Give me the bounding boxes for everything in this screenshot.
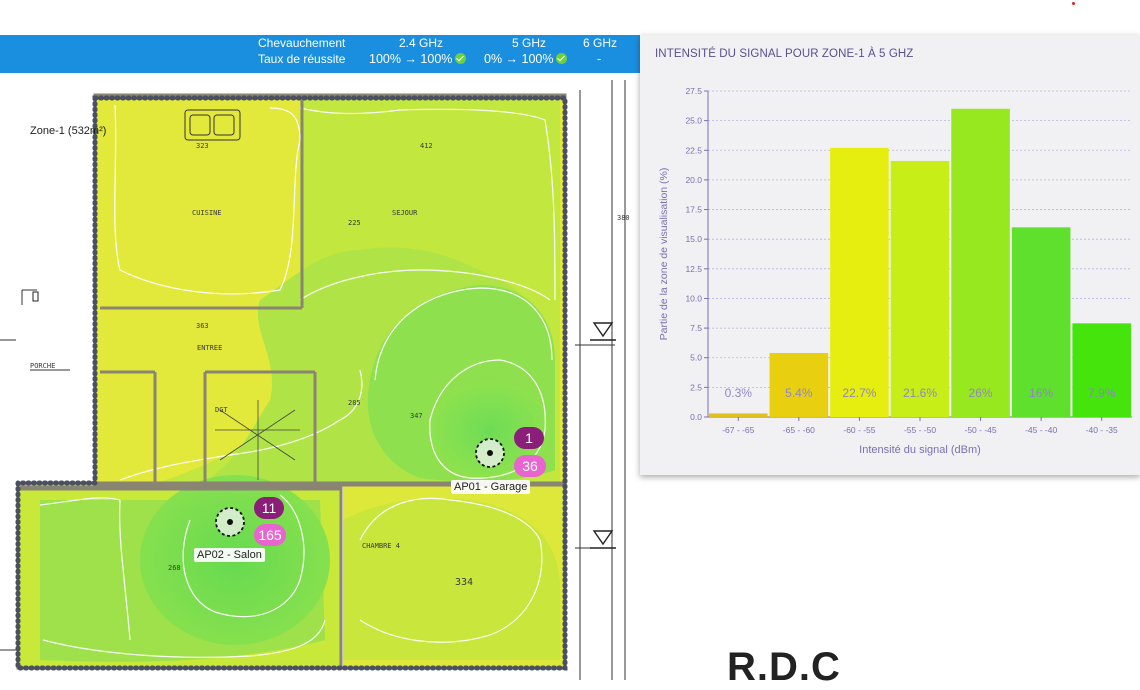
dimension-label: 225 — [348, 219, 361, 227]
dimension-label: 380 — [617, 214, 630, 222]
y-tick-label: 10.0 — [685, 293, 702, 303]
room-label: DGT — [215, 406, 228, 414]
histogram-bar[interactable] — [890, 160, 950, 417]
bar-value-label: 5.4% — [785, 386, 813, 400]
y-tick-label: 20.0 — [685, 175, 702, 185]
y-tick-label: 7.5 — [690, 323, 702, 333]
histogram-bar[interactable] — [1072, 323, 1131, 417]
dimension-label: 347 — [410, 412, 423, 420]
x-tick-label: -50 - -45 — [965, 425, 997, 435]
app-stage: CUISINE SEJOUR ENTREE PORCHE CHAMBRE 4 D… — [0, 0, 1140, 689]
overlap-label: Chevauchement — [258, 36, 346, 50]
ap02-count-bottom[interactable]: 165 — [254, 524, 286, 546]
y-tick-label: 22.5 — [685, 145, 702, 155]
histogram-bar[interactable] — [769, 352, 829, 417]
success-rate-5ghz: 0% → 100% — [484, 52, 568, 66]
signal-histogram[interactable]: 0.0 2.5 5.0 7.5 10.0 12.5 15.0 17.5 20.0 22.5 25.0… — [640, 35, 1140, 475]
y-tick-label: 17.5 — [685, 205, 702, 215]
histogram-bar[interactable] — [951, 108, 1010, 418]
room-label: CHAMBRE 4 — [362, 542, 400, 550]
dimension-label: 268 — [168, 564, 181, 572]
x-tick-label: -45 - -40 — [1025, 425, 1057, 435]
room-label: CUISINE — [192, 209, 222, 217]
room-label: ENTREE — [197, 344, 222, 352]
ap01-label[interactable]: AP01 - Garage — [451, 480, 531, 494]
floorplan-canvas[interactable]: CUISINE SEJOUR ENTREE PORCHE CHAMBRE 4 D… — [0, 0, 640, 688]
bar-value-label: 22.7% — [842, 386, 876, 400]
y-tick-label: 15.0 — [685, 234, 702, 244]
signal-chart-panel: INTENSITÉ DU SIGNAL POUR ZONE-1 À 5 GHZ … — [640, 35, 1140, 475]
dimension-label: 323 — [196, 142, 209, 150]
band-header-5ghz: 5 GHz — [511, 36, 546, 50]
y-tick-label: 12.5 — [685, 264, 702, 274]
ap01-count-top[interactable]: 1 — [514, 427, 544, 449]
x-axis-title: Intensité du signal (dBm) — [859, 444, 981, 456]
dimension-label: 412 — [420, 142, 433, 150]
ap02-count-top[interactable]: 11 — [254, 497, 284, 519]
bar-value-label: 26% — [969, 386, 993, 400]
histogram-bar[interactable] — [709, 413, 768, 417]
bar-value-label: 7.9% — [1088, 386, 1116, 400]
histogram-bar[interactable] — [830, 147, 889, 417]
success-rate-6ghz: - — [597, 52, 602, 66]
room-label: SEJOUR — [392, 209, 418, 217]
success-rate-5ghz-text: 0% → 100% — [484, 52, 554, 66]
bar-value-label: 16% — [1029, 386, 1053, 400]
floor-title: R.D.C — [727, 645, 841, 689]
y-tick-label: 0.0 — [690, 412, 702, 422]
y-tick-label: 25.0 — [685, 116, 702, 126]
ap02-label[interactable]: AP02 - Salon — [194, 548, 265, 562]
band-header-24ghz: 2.4 GHz — [398, 36, 443, 50]
band-header-6ghz: 6 GHz — [582, 36, 617, 50]
ap01-count-bottom[interactable]: 36 — [514, 455, 546, 477]
zone-label: Zone-1 (532m²) — [30, 125, 107, 137]
porch-marker — [32, 291, 39, 302]
heatmap-right-lower — [343, 498, 560, 660]
dimension-label: 334 — [455, 577, 473, 588]
room-label: PORCHE — [30, 362, 55, 370]
x-tick-label: -40 - -35 — [1086, 425, 1118, 435]
ap02-marker[interactable] — [215, 507, 245, 537]
ap01-marker[interactable] — [475, 438, 505, 468]
y-tick-label: 27.5 — [685, 86, 702, 96]
band-status-bar: Chevauchement Taux de réussite 2.4 GHz 5… — [0, 35, 640, 73]
y-tick-label: 5.0 — [690, 353, 702, 363]
x-tick-label: -65 - -60 — [783, 425, 815, 435]
bar-value-label: 21.6% — [903, 386, 937, 400]
check-icon — [455, 53, 467, 64]
indicator-dot — [1072, 2, 1075, 5]
x-tick-label: -55 - -50 — [904, 425, 936, 435]
x-tick-label: -67 - -65 — [722, 425, 754, 435]
dimension-label: 285 — [348, 399, 361, 407]
success-rate-24ghz-text: 100% → 100% — [369, 52, 453, 66]
y-tick-label: 2.5 — [690, 382, 702, 392]
bar-value-label: 0.3% — [725, 386, 753, 400]
success-rate-label: Taux de réussite — [258, 52, 346, 66]
x-tick-label: -60 - -55 — [843, 425, 875, 435]
success-rate-24ghz: 100% → 100% — [369, 52, 467, 66]
y-axis-title: Partie de la zone de visualisation (%) — [658, 168, 670, 341]
dimension-label: 363 — [196, 322, 209, 330]
check-icon — [556, 53, 568, 64]
